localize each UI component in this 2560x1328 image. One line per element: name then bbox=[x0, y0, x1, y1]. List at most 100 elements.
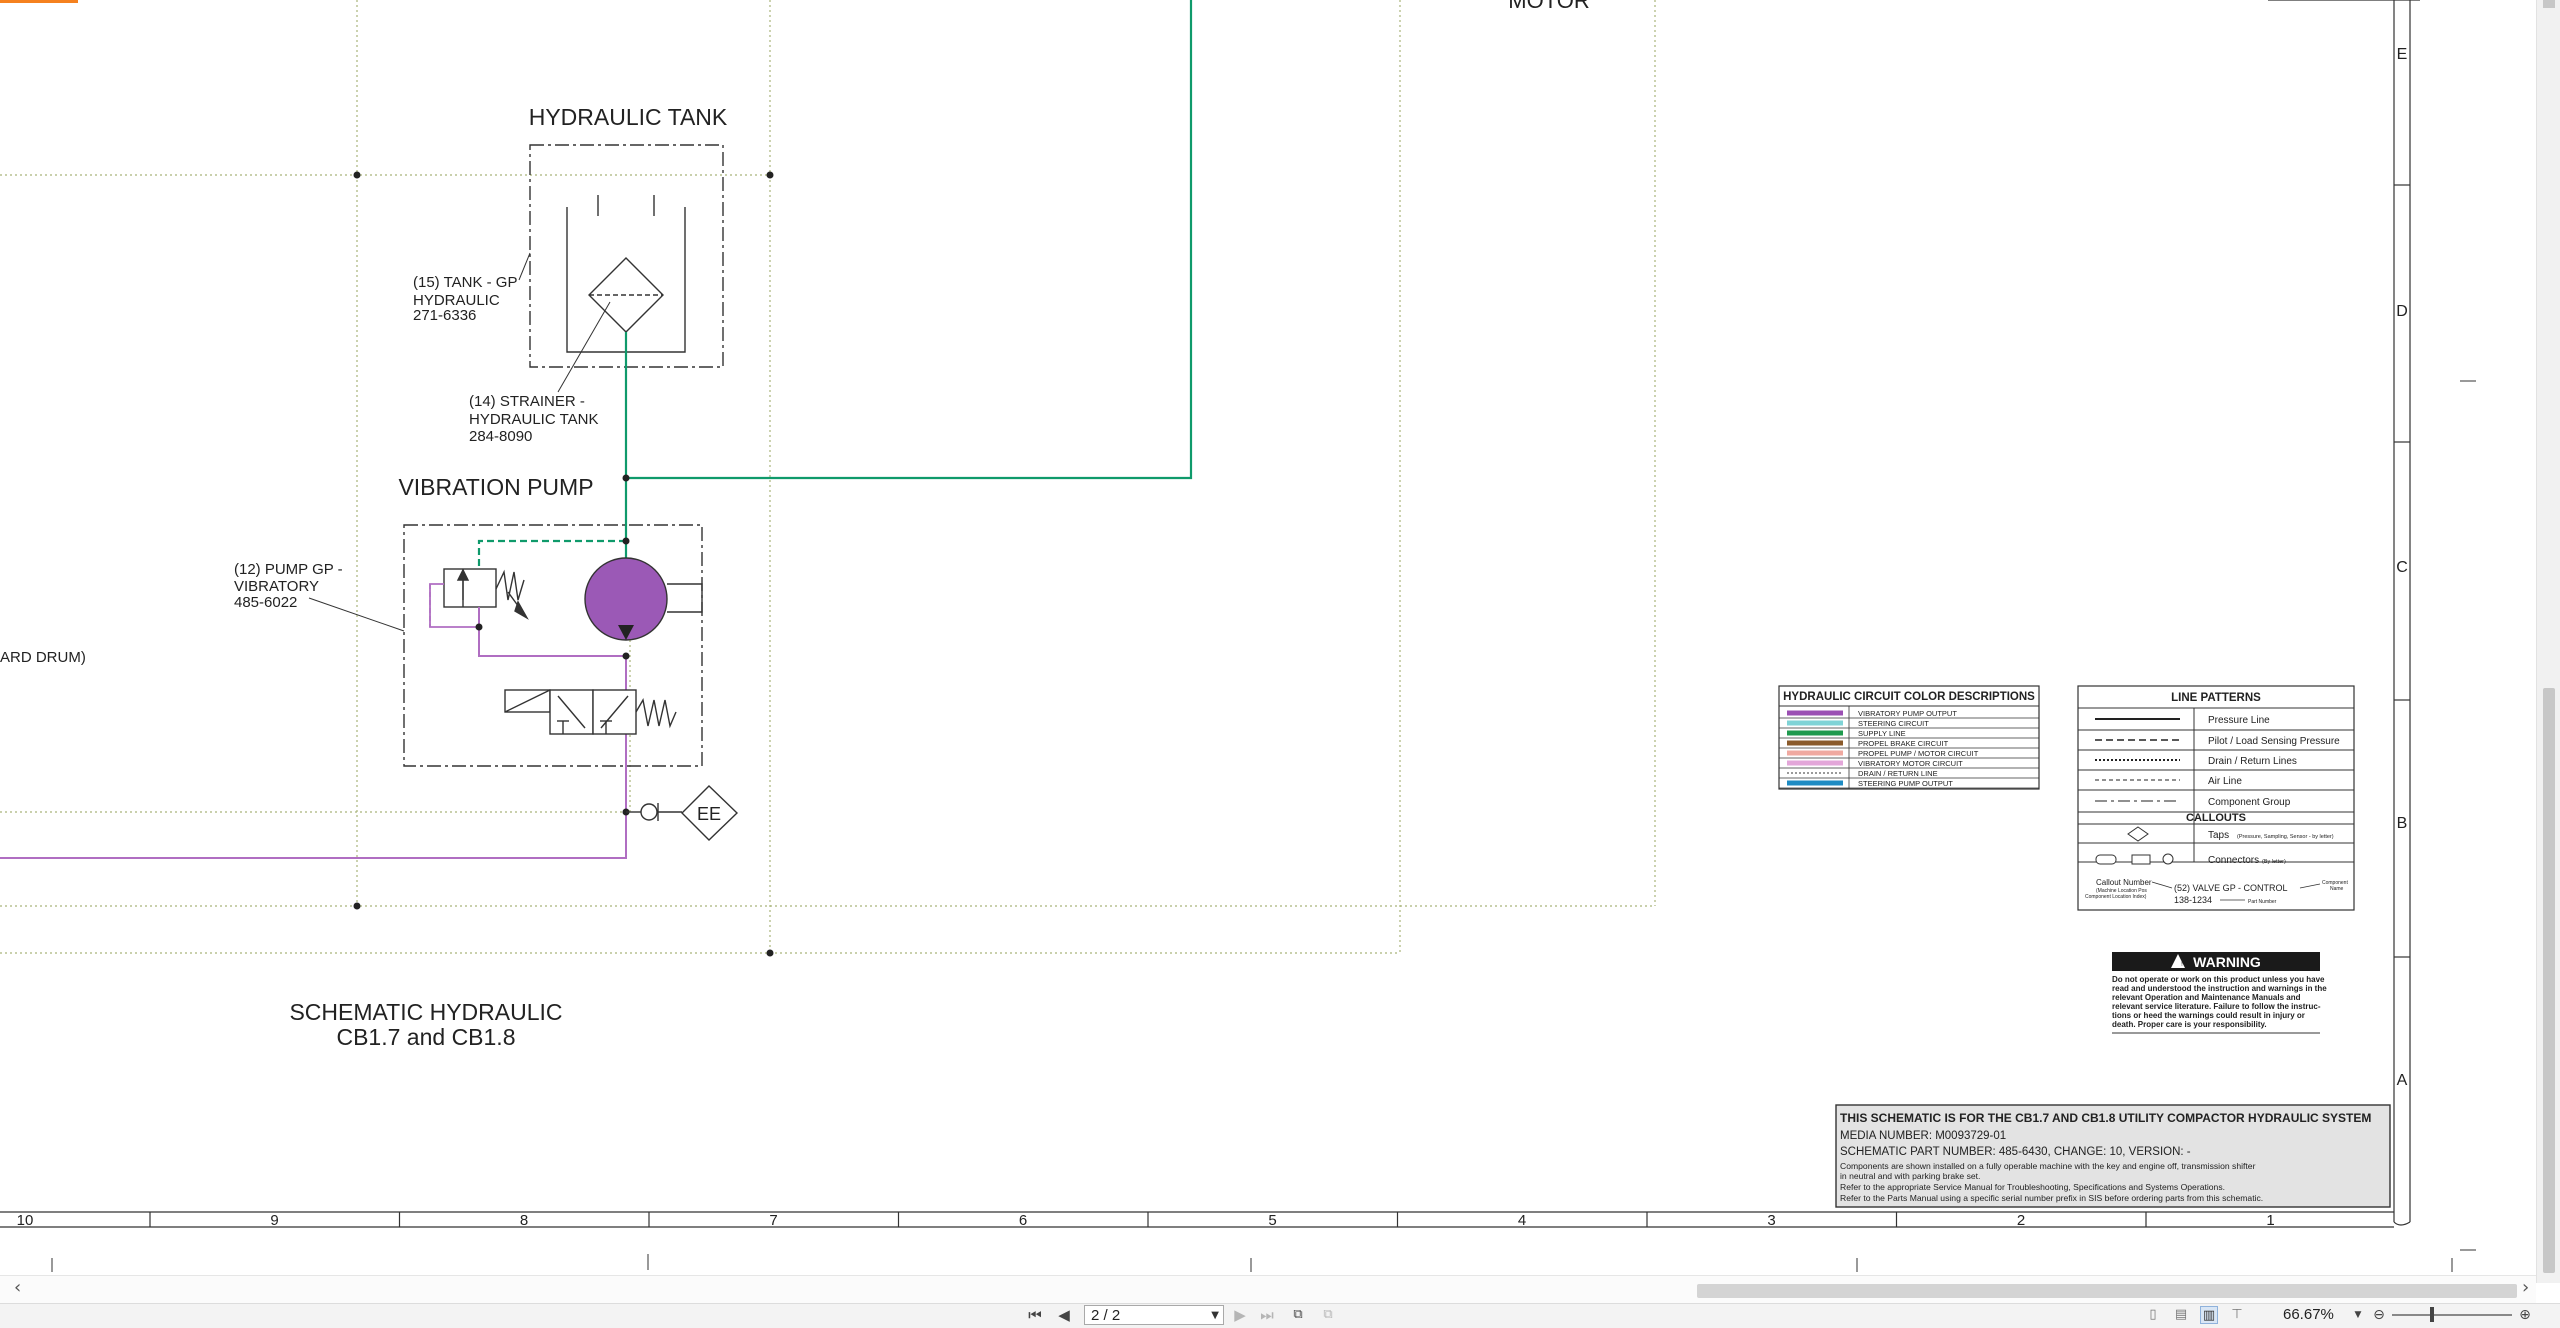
svg-text:HYDRAULIC TANK: HYDRAULIC TANK bbox=[469, 411, 598, 428]
row-label: A bbox=[2397, 1072, 2408, 1089]
scroll-right-icon[interactable]: › bbox=[2522, 1278, 2529, 1298]
info-block: THIS SCHEMATIC IS FOR THE CB1.7 AND CB1.… bbox=[1835, 1104, 2391, 1208]
row-label: E bbox=[2397, 46, 2408, 63]
column-label: 2 bbox=[2017, 1212, 2025, 1229]
sheet-border-bottom bbox=[0, 1211, 2411, 1228]
scroll-left-icon[interactable]: ‹ bbox=[14, 1278, 21, 1298]
svg-text:relevant service literature. F: relevant service literature. Failure to … bbox=[2112, 1002, 2321, 1011]
solenoid-valve-symbol bbox=[504, 689, 677, 735]
svg-text:(Pressure, Sampling, Sensor -: (Pressure, Sampling, Sensor - by letter) bbox=[2237, 834, 2334, 840]
row-labels: E D C B A bbox=[2396, 46, 2408, 1089]
column-label: 7 bbox=[769, 1212, 777, 1229]
column-label: 10 bbox=[17, 1212, 34, 1229]
single-page-view-icon[interactable]: ▯ bbox=[2144, 1306, 2162, 1324]
color-legend-label: DRAIN / RETURN LINE bbox=[1858, 769, 1938, 778]
compare-pages-icon[interactable]: ⧉ bbox=[1288, 1305, 1308, 1325]
line-patterns-legend: LINE PATTERNS Pressure Line Pilot / Load… bbox=[2077, 685, 2355, 911]
svg-text:EE: EE bbox=[697, 804, 721, 824]
sheet-border-right bbox=[2268, 0, 2420, 1222]
zoom-level[interactable]: 66.67% bbox=[2283, 1305, 2334, 1325]
scroll-up-icon[interactable] bbox=[2543, 0, 2555, 8]
drum-label-partial: ARD DRUM) bbox=[0, 649, 86, 666]
column-label: 3 bbox=[1767, 1212, 1775, 1229]
zoom-slider[interactable] bbox=[2392, 1314, 2512, 1316]
svg-text:death. Proper care is your res: death. Proper care is your responsibilit… bbox=[2112, 1020, 2267, 1029]
pressure-lines bbox=[477, 0, 1193, 630]
color-legend-label: STEERING CIRCUIT bbox=[1858, 719, 1929, 728]
svg-text:(14) STRAINER -: (14) STRAINER - bbox=[469, 393, 585, 410]
active-tab-indicator bbox=[0, 0, 78, 3]
svg-text:(15) TANK - GP: (15) TANK - GP bbox=[413, 274, 517, 291]
split-view-icon[interactable]: ⊤ bbox=[2228, 1306, 2246, 1324]
svg-text:Pressure Line: Pressure Line bbox=[2208, 715, 2270, 726]
vertical-scrollbar[interactable] bbox=[2536, 0, 2560, 1283]
svg-text:Part Number: Part Number bbox=[2248, 899, 2277, 905]
svg-text:in neutral and with parking br: in neutral and with parking brake set. bbox=[1840, 1171, 1980, 1181]
svg-text:read and understood the instru: read and understood the instruction and … bbox=[2112, 984, 2327, 993]
svg-text:271-6336: 271-6336 bbox=[413, 307, 476, 324]
svg-text:SCHEMATIC PART NUMBER: 485-643: SCHEMATIC PART NUMBER: 485-6430, CHANGE:… bbox=[1840, 1146, 2191, 1158]
svg-text:THIS SCHEMATIC IS FOR THE CB1.: THIS SCHEMATIC IS FOR THE CB1.7 AND CB1.… bbox=[1840, 1111, 2371, 1125]
svg-text:485-6022: 485-6022 bbox=[234, 594, 297, 611]
svg-text:Component Location Index): Component Location Index) bbox=[2085, 894, 2147, 900]
color-legend-label: VIBRATORY PUMP OUTPUT bbox=[1858, 709, 1957, 718]
document-viewport[interactable]: HYDRAULIC TANK (15) TANK - GP HYDRAULIC … bbox=[0, 0, 2536, 1283]
svg-text:(12) PUMP GP -: (12) PUMP GP - bbox=[234, 561, 343, 578]
svg-text:138-1234: 138-1234 bbox=[2174, 895, 2212, 905]
svg-text:284-8090: 284-8090 bbox=[469, 428, 532, 445]
motor-label-partial: MOTOR bbox=[1508, 0, 1589, 13]
zoom-in-icon[interactable]: ⊕ bbox=[2516, 1305, 2534, 1325]
tap-ee-symbol: EE bbox=[626, 785, 739, 841]
horizontal-scrollbar[interactable]: ‹ › bbox=[0, 1275, 2536, 1304]
first-page-icon[interactable]: ⏮ bbox=[1026, 1305, 1044, 1325]
svg-text:Air Line: Air Line bbox=[2208, 776, 2242, 787]
svg-text:Component Group: Component Group bbox=[2208, 797, 2291, 808]
pump-callout: (12) PUMP GP - VIBRATORY 485-6022 bbox=[234, 561, 405, 632]
next-page-icon[interactable]: ▶ bbox=[1232, 1305, 1248, 1325]
overlay-pages-icon[interactable]: ⧉ bbox=[1318, 1305, 1338, 1325]
row-label: D bbox=[2396, 303, 2408, 320]
row-label: C bbox=[2396, 559, 2408, 576]
svg-text:Callout Number: Callout Number bbox=[2096, 878, 2152, 887]
color-legend: HYDRAULIC CIRCUIT COLOR DESCRIPTIONS VIB… bbox=[1778, 685, 2040, 790]
vibratory-lines bbox=[0, 583, 627, 859]
svg-text:Refer to the Parts Manual usin: Refer to the Parts Manual using a specif… bbox=[1840, 1193, 2263, 1203]
callouts-title: CALLOUTS bbox=[2186, 812, 2246, 824]
last-page-icon[interactable]: ⏭ bbox=[1258, 1305, 1276, 1325]
vibratory-pump-symbol bbox=[584, 557, 703, 641]
chevron-down-icon[interactable]: ▼ bbox=[1211, 1306, 1219, 1326]
vibration-pump-title: VIBRATION PUMP bbox=[398, 474, 593, 500]
svg-text:Taps: Taps bbox=[2208, 830, 2229, 841]
column-label: 6 bbox=[1019, 1212, 1027, 1229]
strainer-callout: (14) STRAINER - HYDRAULIC TANK 284-8090 bbox=[469, 301, 611, 445]
svg-text:Connectors: Connectors bbox=[2208, 855, 2259, 866]
two-page-view-icon[interactable]: ▥ bbox=[2200, 1306, 2218, 1324]
continuous-view-icon[interactable]: ▤ bbox=[2172, 1306, 2190, 1324]
page-number-input[interactable]: 2 / 2 ▼ bbox=[1084, 1305, 1224, 1325]
zoom-out-icon[interactable]: ⊖ bbox=[2370, 1305, 2388, 1325]
tank-symbol bbox=[566, 195, 686, 353]
svg-text:Pilot / Load Sensing Pressure: Pilot / Load Sensing Pressure bbox=[2208, 736, 2340, 747]
line-patterns-title: LINE PATTERNS bbox=[2171, 692, 2261, 704]
svg-text:relevant Operation and Mainten: relevant Operation and Maintenance Manua… bbox=[2112, 993, 2301, 1002]
schematic-title-line1: SCHEMATIC HYDRAULIC bbox=[289, 999, 562, 1025]
schematic-sheet: HYDRAULIC TANK (15) TANK - GP HYDRAULIC … bbox=[0, 0, 2476, 1272]
svg-text:MEDIA NUMBER: M0093729-01: MEDIA NUMBER: M0093729-01 bbox=[1840, 1130, 2006, 1142]
svg-text:tions or heed the warnings cou: tions or heed the warnings could result … bbox=[2112, 1011, 2305, 1020]
zoom-slider-handle[interactable] bbox=[2430, 1307, 2434, 1322]
color-legend-title: HYDRAULIC CIRCUIT COLOR DESCRIPTIONS bbox=[1783, 691, 2035, 703]
svg-text:Do not operate or work on this: Do not operate or work on this product u… bbox=[2112, 975, 2325, 984]
color-legend-label: SUPPLY LINE bbox=[1858, 729, 1906, 738]
svg-text:Components are shown installed: Components are shown installed on a full… bbox=[1840, 1161, 2256, 1171]
zoom-dropdown-icon[interactable]: ▼ bbox=[2352, 1305, 2364, 1325]
previous-page-icon[interactable]: ◀ bbox=[1056, 1305, 1072, 1325]
page-number-value: 2 / 2 bbox=[1091, 1307, 1121, 1324]
warning-box: ! WARNING Do not operate or work on this… bbox=[2112, 952, 2327, 1034]
svg-text:VIBRATORY: VIBRATORY bbox=[234, 578, 319, 595]
svg-text:(By letter): (By letter) bbox=[2262, 859, 2286, 865]
svg-text:(52) VALVE GP - CONTROL: (52) VALVE GP - CONTROL bbox=[2174, 883, 2288, 893]
row-label: B bbox=[2397, 815, 2408, 832]
vertical-scroll-thumb[interactable] bbox=[2543, 688, 2555, 1273]
viewer-status-bar: ⏮ ◀ 2 / 2 ▼ ▶ ⏭ ⧉ ⧉ ▯ ▤ ▥ ⊤ 66.67% ▼ ⊖ ⊕ bbox=[0, 1303, 2560, 1328]
horizontal-scroll-thumb[interactable] bbox=[1697, 1284, 2517, 1298]
